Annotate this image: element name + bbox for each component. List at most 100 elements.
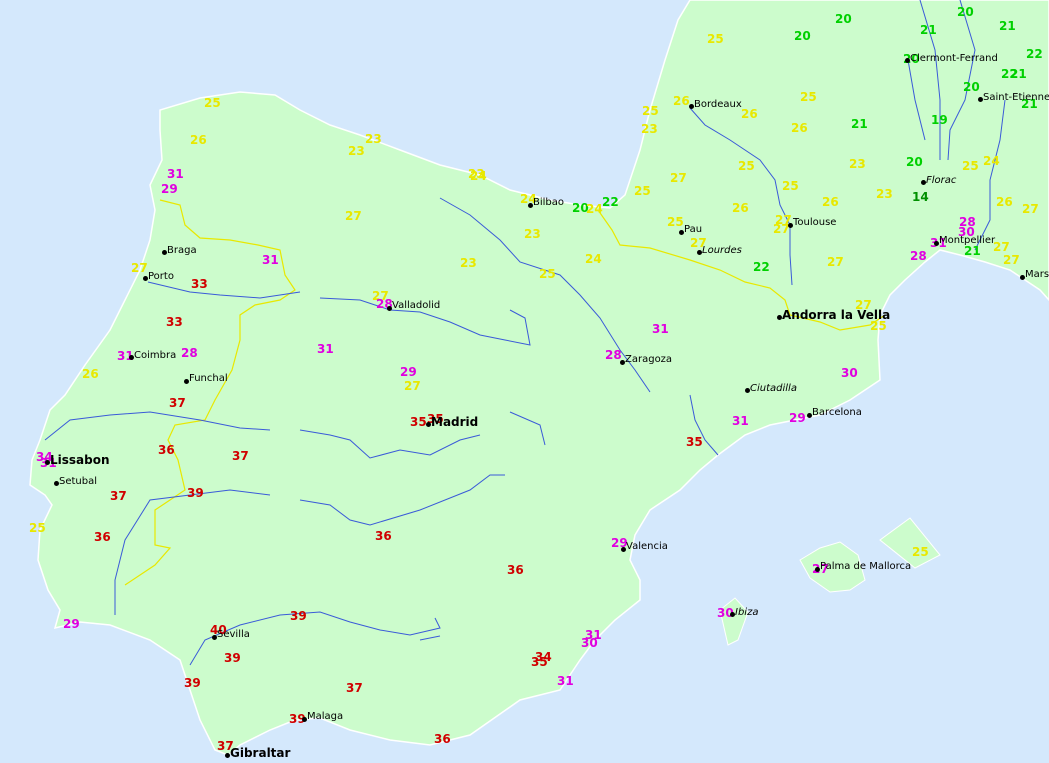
temperature-label: 37 (110, 489, 127, 503)
city-label: Pau (684, 224, 703, 235)
temperature-label: 37 (169, 396, 186, 410)
temperature-label: 36 (507, 563, 524, 577)
temperature-label: 19 (931, 113, 948, 127)
city-label: Bordeaux (694, 99, 742, 110)
city-label: Coimbra (134, 350, 177, 361)
temperature-label: 28 (605, 348, 622, 362)
temperature-label: 25 (642, 104, 659, 118)
city-label: Lourdes (702, 245, 742, 256)
city-label: Toulouse (793, 217, 837, 228)
temperature-label: 31 (652, 322, 669, 336)
temperature-label: 23 (524, 227, 541, 241)
temperature-label: 24 (585, 252, 602, 266)
temperature-label: 31 (557, 674, 574, 688)
temperature-label: 20 (957, 5, 974, 19)
temperature-label: 31 (732, 414, 749, 428)
city-label: Andorra la Vella (782, 308, 891, 322)
temperature-label: 27 (1003, 253, 1020, 267)
temperature-label: 21 (851, 117, 868, 131)
temperature-label: 27 (670, 171, 687, 185)
temperature-label: 22 (1026, 47, 1043, 61)
city-label: Ibiza (735, 607, 759, 618)
temperature-label: 26 (82, 367, 99, 381)
temperature-label: 26 (673, 94, 690, 108)
temperature-label: 30 (581, 636, 598, 650)
temperature-label: 25 (738, 159, 755, 173)
temperature-label: 23 (365, 132, 382, 146)
temperature-label: 35 (531, 655, 548, 669)
city-label: Palma de Mallorca (820, 561, 912, 572)
city-label: Saint-Etienne (983, 92, 1049, 103)
temperature-label: 23 (348, 144, 365, 158)
temperature-label: 28 (181, 346, 198, 360)
temperature-label: 25 (29, 521, 46, 535)
city-label: Porto (148, 271, 174, 282)
city-label: Funchal (189, 373, 228, 384)
temperature-label: 27 (993, 240, 1010, 254)
temperature-label: 20 (835, 12, 852, 26)
temperature-label: 22 (753, 260, 770, 274)
temperature-label: 24 (586, 202, 603, 216)
city-label: Ciutadilla (750, 383, 797, 394)
temperature-label: 39 (187, 486, 204, 500)
temperature-label: 37 (346, 681, 363, 695)
city-label: Madrid (431, 415, 479, 429)
temperature-label: 39 (224, 651, 241, 665)
temperature-label: 27 (827, 255, 844, 269)
city-label: Gibraltar (230, 746, 291, 760)
temperature-label: 28 (910, 249, 927, 263)
temperature-label: 31 (262, 253, 279, 267)
temperature-label: 26 (822, 195, 839, 209)
temperature-label: 21 (1010, 67, 1027, 81)
temperature-label: 14 (912, 190, 929, 204)
temperature-label: 35 (686, 435, 703, 449)
temperature-label: 33 (166, 315, 183, 329)
city-label: Montpellier (939, 235, 996, 246)
temperature-label: 25 (707, 32, 724, 46)
city-label: Setubal (59, 476, 98, 487)
temperature-label: 23 (641, 122, 658, 136)
temperature-label: 20 (963, 80, 980, 94)
temperature-label: 20 (906, 155, 923, 169)
temperature-label: 25 (667, 215, 684, 229)
temperature-label: 21 (999, 19, 1016, 33)
temperature-label: 25 (634, 184, 651, 198)
temperature-label: 25 (800, 90, 817, 104)
weather-map: 20 20 20 21 21 22 20 22 21 20 21 21 19 20 14 20 22 22 21 25… (0, 0, 1049, 763)
city-label: Valladolid (392, 300, 441, 311)
temperature-label: 26 (732, 201, 749, 215)
temperature-label: 22 (602, 195, 619, 209)
city-label: Malaga (307, 711, 344, 722)
city-label: Lissabon (50, 453, 110, 467)
temperature-label: 25 (539, 267, 556, 281)
city-label: Clermont-Ferrand (910, 53, 998, 64)
city-label: Bilbao (533, 197, 565, 208)
city-label: Mars (1025, 269, 1049, 280)
temperature-label: 39 (290, 609, 307, 623)
temperature-label: 36 (375, 529, 392, 543)
temperature-label: 26 (791, 121, 808, 135)
temperature-label: 21 (920, 23, 937, 37)
city-label: Barcelona (812, 407, 862, 418)
temperature-label: 20 (794, 29, 811, 43)
temperature-label: 21 (964, 244, 981, 258)
temperature-label: 36 (94, 530, 111, 544)
temperature-label: 25 (204, 96, 221, 110)
temperature-label: 39 (184, 676, 201, 690)
temperature-label: 24 (983, 154, 1000, 168)
temperature-label: 35 (410, 415, 427, 429)
temperature-label: 27 (404, 379, 421, 393)
temperature-label: 25 (962, 159, 979, 173)
city-label: Florac (926, 175, 957, 186)
temperature-label: 23 (460, 256, 477, 270)
temperature-label: 29 (161, 182, 178, 196)
temperature-label: 25 (782, 179, 799, 193)
temperature-label: 26 (190, 133, 207, 147)
temperature-label: 36 (158, 443, 175, 457)
temperature-label: 27 (131, 261, 148, 275)
city-label: Zaragoza (625, 354, 673, 365)
temperature-label: 31 (167, 167, 184, 181)
temperature-label: 27 (345, 209, 362, 223)
temperature-label: 33 (191, 277, 208, 291)
temperature-label: 27 (1022, 202, 1039, 216)
